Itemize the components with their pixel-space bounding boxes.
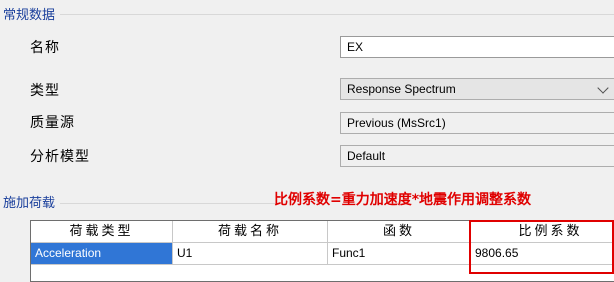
type-dropdown-value: Response Spectrum xyxy=(347,82,456,96)
column-header-load-name[interactable]: 荷载名称 xyxy=(173,221,328,243)
type-dropdown[interactable]: Response Spectrum xyxy=(340,78,614,100)
applied-loads-divider xyxy=(60,203,275,204)
scale-factor-highlight xyxy=(469,220,614,274)
cell-function[interactable]: Func1 xyxy=(328,243,471,265)
scale-factor-note: 比例系数=重力加速度*地震作用调整系数 xyxy=(274,192,532,208)
name-label: 名称 xyxy=(30,40,60,56)
cell-load-type[interactable]: Acceleration xyxy=(31,243,173,265)
chevron-down-icon[interactable] xyxy=(597,82,609,94)
type-label: 类型 xyxy=(30,83,60,99)
analysis-model-label: 分析模型 xyxy=(30,149,90,165)
mass-source-field[interactable]: Previous (MsSrc1) xyxy=(340,112,614,134)
applied-loads-title: 施加荷载 xyxy=(3,196,56,211)
column-header-load-type[interactable]: 荷载类型 xyxy=(31,221,173,243)
analysis-model-field[interactable]: Default xyxy=(340,145,614,167)
cell-load-name[interactable]: U1 xyxy=(173,243,328,265)
general-data-title: 常规数据 xyxy=(3,8,56,23)
column-header-function[interactable]: 函数 xyxy=(328,221,471,243)
general-data-divider xyxy=(60,14,614,15)
name-input[interactable]: EX xyxy=(340,36,614,58)
mass-source-label: 质量源 xyxy=(30,115,75,131)
